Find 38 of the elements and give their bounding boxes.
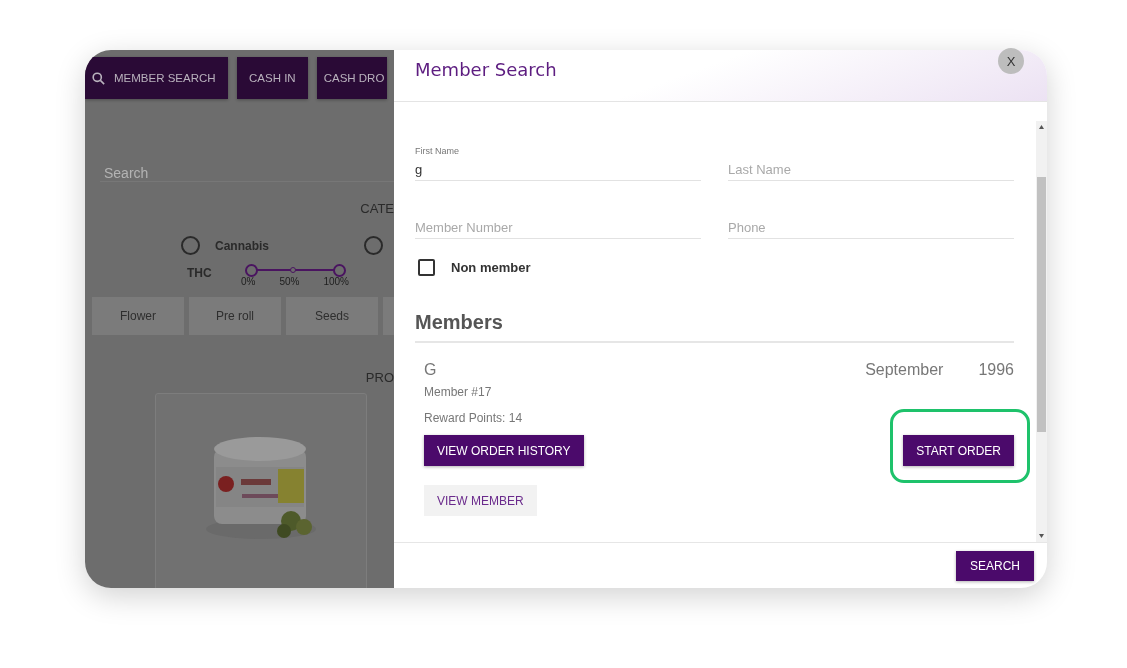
checkbox-label: Non member (451, 260, 531, 275)
field-label: First Name (415, 146, 460, 156)
text-field[interactable]: Phone (728, 220, 1014, 239)
radio-button[interactable] (181, 236, 200, 255)
scroll-up-icon[interactable] (1039, 125, 1044, 129)
action-button[interactable]: VIEW ORDER HISTORY (424, 435, 584, 466)
tick-label: 0% (241, 276, 256, 287)
birth-month: September (865, 361, 944, 379)
scroll-down-icon[interactable] (1039, 534, 1044, 538)
toolbar-button[interactable]: CASH DRO (316, 57, 387, 99)
search-icon (91, 70, 106, 86)
text-field[interactable]: g (415, 162, 701, 181)
action-button[interactable]: VIEW MEMBER (424, 485, 537, 516)
radio-label: Cannabis (215, 238, 269, 253)
text-field[interactable]: Member Number (415, 220, 701, 239)
member-name: G (424, 361, 438, 379)
product-card[interactable] (155, 393, 367, 588)
member-number: Member #17 (424, 385, 493, 399)
reward-points: Reward Points: 14 (424, 411, 524, 425)
close-button[interactable]: X (998, 48, 1024, 74)
search-field[interactable]: Search (100, 165, 394, 182)
scrollbar[interactable] (1036, 121, 1047, 542)
action-button[interactable]: START ORDER (903, 435, 1014, 466)
birth-year: 1996 (978, 361, 1014, 379)
range-slider[interactable] (245, 264, 345, 276)
toolbar-button[interactable]: MEMBER SEARCH (85, 57, 228, 99)
section-heading: PRO (365, 370, 394, 385)
section-heading: CATE (360, 201, 394, 216)
text-field[interactable]: Last Name (728, 162, 1014, 181)
toolbar-button[interactable]: CASH IN (237, 57, 308, 99)
section-heading: Members (415, 311, 1014, 343)
search-button[interactable]: SEARCH (956, 550, 1034, 581)
radio-button[interactable] (364, 236, 383, 255)
modal-title: Member Search (415, 58, 557, 80)
slider-label: THC (187, 266, 213, 280)
tick-label: 50% (279, 276, 300, 287)
tick-label: 100% (323, 276, 349, 287)
checkbox[interactable] (418, 259, 435, 276)
